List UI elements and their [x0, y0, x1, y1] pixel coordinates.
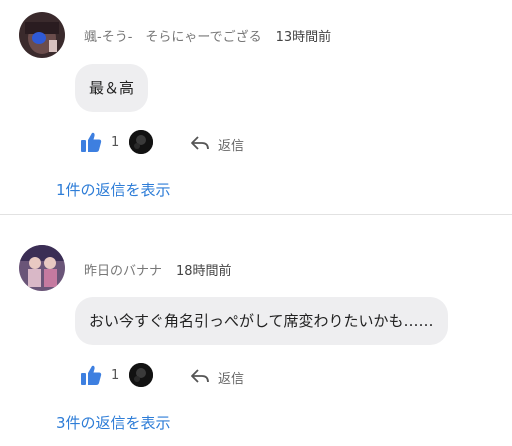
- comment-text: 最＆高: [89, 79, 135, 97]
- liker-avatar: [129, 130, 153, 154]
- view-replies-link[interactable]: 3件の返信を表示: [56, 412, 171, 433]
- thumbs-up-icon[interactable]: [80, 131, 102, 153]
- reply-button[interactable]: 返信: [218, 368, 244, 387]
- thumbs-up-icon[interactable]: [80, 364, 102, 386]
- comment-meta: 颯-そう- そらにゃーでござる 13時間前: [84, 26, 331, 45]
- reply-arrow-icon[interactable]: [190, 366, 210, 386]
- author-name[interactable]: 颯-そう- そらにゃーでござる: [84, 30, 262, 45]
- comment-bubble: おい今すぐ角名引っぺがして席変わりたいかも……: [75, 297, 448, 345]
- liker-avatar: [129, 363, 153, 387]
- comment-bubble: 最＆高: [75, 64, 149, 112]
- divider: [0, 214, 512, 215]
- comment-text: おい今すぐ角名引っぺがして席変わりたいかも……: [89, 312, 434, 330]
- avatar[interactable]: [19, 245, 65, 291]
- view-replies-link[interactable]: 1件の返信を表示: [56, 179, 171, 200]
- comment-actions: 1 返信: [80, 363, 320, 388]
- author-name[interactable]: 昨日のバナナ: [84, 264, 162, 279]
- reply-button[interactable]: 返信: [218, 135, 244, 154]
- avatar[interactable]: [19, 12, 65, 58]
- like-count: 1: [111, 135, 120, 150]
- reply-arrow-icon[interactable]: [190, 133, 210, 153]
- comment-time: 18時間前: [176, 264, 232, 279]
- like-count: 1: [111, 368, 120, 383]
- comment-time: 13時間前: [275, 30, 332, 45]
- comment-actions: 1 返信: [80, 130, 320, 155]
- comment-meta: 昨日のバナナ 18時間前: [84, 260, 232, 279]
